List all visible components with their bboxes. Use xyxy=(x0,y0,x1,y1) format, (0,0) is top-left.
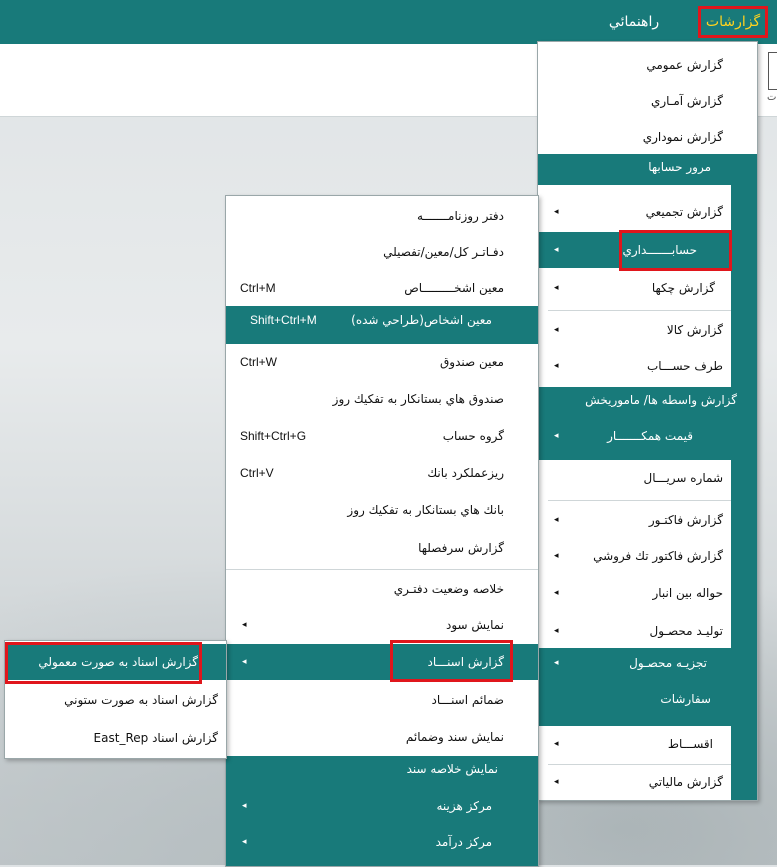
separator xyxy=(226,569,538,570)
separator xyxy=(548,310,731,311)
menu-item-docs-column[interactable]: گزارش اسناد به صورت ستوني xyxy=(5,682,226,718)
menu-item-docs-eastrep[interactable]: گزارش اسناد East_Rep xyxy=(5,720,226,756)
menu-item-general-report[interactable]: گزارش عمومي xyxy=(538,47,723,83)
reports-menu: گزارش عمومي گزارش آمـاري گزارش نموداري م… xyxy=(537,41,758,801)
menu-item-document-attachments[interactable]: ضمائم اسنـــاد xyxy=(226,682,538,718)
highlight-accounting xyxy=(619,230,732,271)
menu-item-orders[interactable]: سفارشات xyxy=(538,682,757,726)
submenu-arrow-icon: ◂ xyxy=(242,657,247,667)
submenu-arrow-icon: ◂ xyxy=(554,739,559,749)
menu-item-counterparty[interactable]: ◂ طرف حســـاب xyxy=(538,348,731,384)
menu-item-invoice-report[interactable]: ◂ گزارش فاكتـور xyxy=(538,502,731,538)
menu-item-bank-details[interactable]: Ctrl+V ريزعملكرد بانك xyxy=(226,455,538,491)
menu-help[interactable]: راهنمائي xyxy=(604,7,664,37)
menu-item-persons-ledger[interactable]: Ctrl+M معين اشخـــــــــاص xyxy=(226,270,538,306)
submenu-arrow-icon: ◂ xyxy=(554,325,559,335)
menu-item-accounts-review[interactable]: مرور حسابها xyxy=(538,154,757,185)
submenu-arrow-icon: ◂ xyxy=(554,658,559,668)
menu-item-tax-report[interactable]: ◂ گزارش مالياتي xyxy=(538,764,731,800)
toolbar-label: ت xyxy=(767,92,777,103)
submenu-arrow-icon: ◂ xyxy=(554,207,559,217)
submenu-arrow-icon: ◂ xyxy=(242,620,247,630)
menu-item-general-ledger[interactable]: دفـاتـر كل/معين/تفصيلي xyxy=(226,234,538,270)
menu-item-persons-ledger-designed[interactable]: Shift+Ctrl+M معين اشخاص(طراحي شده) xyxy=(226,306,538,344)
submenu-arrow-icon: ◂ xyxy=(242,801,247,811)
submenu-arrow-icon: ◂ xyxy=(554,361,559,371)
menu-item-book-summary[interactable]: خلاصه وضعيت دفتـري xyxy=(226,571,538,607)
menu-item-goods-report[interactable]: ◂ گزارش كالا xyxy=(538,312,731,348)
menu-item-show-profit[interactable]: ◂ نمايش سود xyxy=(226,607,538,643)
submenu-arrow-icon: ◂ xyxy=(554,777,559,787)
menu-item-bank-credit-daily[interactable]: بانك هاي بستانكار به تفكيك روز xyxy=(226,492,538,528)
submenu-arrow-icon: ◂ xyxy=(554,515,559,525)
submenu-arrow-icon: ◂ xyxy=(554,245,559,255)
submenu-arrow-icon: ◂ xyxy=(554,431,559,441)
menu-item-account-group[interactable]: Shift+Ctrl+G گروه حساب xyxy=(226,418,538,454)
highlight-docs-normal xyxy=(5,642,202,684)
menu-item-agents-report[interactable]: گزارش واسطه ها/ ماموريخش xyxy=(538,387,757,415)
submenu-arrow-icon: ◂ xyxy=(554,626,559,636)
menu-item-show-doc-attachments[interactable]: نمايش سند وضمائم xyxy=(226,719,538,755)
menu-item-installments[interactable]: ◂ اقســـاط xyxy=(538,726,731,762)
menu-item-revenue-center[interactable]: ◂ مركز درآمد xyxy=(226,824,538,860)
submenu-arrow-icon: ◂ xyxy=(242,837,247,847)
separator xyxy=(548,500,731,501)
menu-item-cash-credit-daily[interactable]: صندوق هاي بستانكار به تفكيك روز xyxy=(226,381,538,417)
menu-item-warehouse-transfer[interactable]: ◂ حواله بين انبار xyxy=(538,575,731,611)
highlight-documents-report xyxy=(390,640,513,682)
menu-item-cash-ledger[interactable]: Ctrl+W معين صندوق xyxy=(226,344,538,380)
menu-item-statistical-report[interactable]: گزارش آمـاري xyxy=(538,83,723,119)
submenu-arrow-icon: ◂ xyxy=(554,551,559,561)
menu-item-cheques-report[interactable]: ◂ گزارش چكها xyxy=(538,270,731,306)
menu-item-headings-report[interactable]: گزارش سرفصلها xyxy=(226,530,538,566)
submenu-arrow-icon: ◂ xyxy=(554,283,559,293)
menu-reports[interactable]: گزارشات xyxy=(698,6,768,38)
menu-item-cost-center[interactable]: ◂ مركز هزينه xyxy=(226,788,538,824)
menu-item-serial-number[interactable]: شماره سريـــال xyxy=(538,460,731,496)
menu-item-partner-price[interactable]: ◂ قيمت همكـــــــار xyxy=(538,415,757,460)
menu-bar: راهنمائي گزارشات xyxy=(0,0,777,44)
menu-item-aggregate-report[interactable]: ◂ گزارش تجميعي xyxy=(538,194,731,230)
menu-item-production[interactable]: ◂ توليـد محصـول xyxy=(538,613,731,649)
submenu-arrow-icon: ◂ xyxy=(554,588,559,598)
menu-item-journal[interactable]: دفتر روزنامـــــــه xyxy=(226,198,538,234)
menu-item-chart-report[interactable]: گزارش نموداري xyxy=(538,119,723,155)
accounting-submenu: دفتر روزنامـــــــه دفـاتـر كل/معين/تفصي… xyxy=(225,195,539,867)
menu-item-product-breakdown[interactable]: ◂ تجزيـه محصـول xyxy=(538,648,757,682)
toolbar-button[interactable] xyxy=(768,52,777,90)
menu-item-retail-invoice-report[interactable]: ◂ گزارش فاكتور تك فروشي xyxy=(538,538,731,574)
